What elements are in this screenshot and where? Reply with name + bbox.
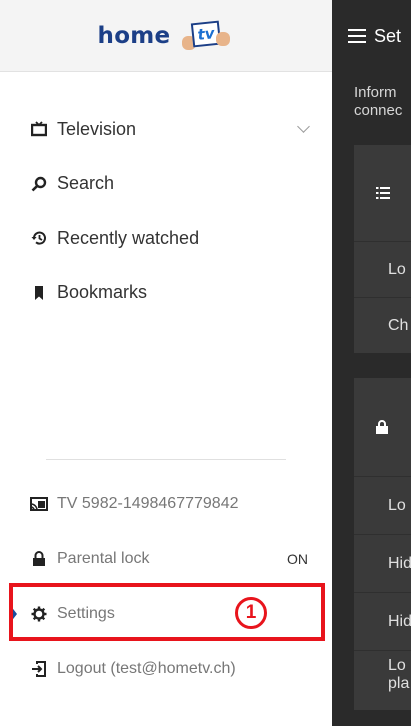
divider (46, 459, 286, 460)
settings-row[interactable]: Ch (354, 297, 411, 353)
tv-device-label: TV 5982-1498467779842 (57, 494, 239, 512)
logout-icon (30, 660, 48, 678)
info-line: Inform (354, 84, 397, 101)
logo-bar: home tv (0, 0, 332, 72)
card-header (354, 378, 411, 476)
info-line: connec (354, 102, 403, 119)
page-title: Set (374, 25, 402, 46)
nav-item-label: Bookmarks (57, 282, 148, 303)
parental-lock-label: Parental lock (57, 549, 150, 567)
lock-icon (30, 550, 48, 568)
nav-item-logout[interactable]: Logout (test@hometv.ch) (0, 641, 332, 696)
navigation-drawer: home tv Television Search Recently watch… (0, 0, 332, 726)
main-nav: Television Search Recently watched Bookm… (0, 102, 332, 320)
settings-row-line: pla (388, 675, 410, 692)
nav-item-label: Recently watched (57, 227, 200, 248)
cast-icon (30, 495, 48, 513)
list-icon (376, 187, 390, 199)
nav-item-label: Search (57, 173, 115, 194)
nav-item-parental-lock[interactable]: Parental lock ON (0, 531, 332, 586)
logout-label: Logout (test@hometv.ch) (57, 659, 236, 677)
logo-text: home (97, 22, 171, 49)
nav-item-search[interactable]: Search (0, 157, 332, 212)
settings-card-general: Lo Ch (354, 145, 411, 353)
logo-tv-text: tv (197, 23, 216, 44)
app-bar: Set (332, 0, 411, 72)
logo-tv-icon: tv (178, 16, 234, 56)
lock-icon (376, 420, 388, 434)
settings-main-panel: Set Inform connec Lo Ch Lo Hid Hid Lo pl… (332, 0, 411, 726)
menu-icon[interactable] (348, 29, 366, 43)
card-header (354, 145, 411, 241)
info-text: Inform connec (354, 84, 411, 120)
settings-highlight-box (9, 583, 325, 641)
settings-row-line: Lo (388, 657, 406, 674)
settings-card-parental: Lo Hid Hid Lo pla (354, 378, 411, 710)
tv-icon (30, 120, 48, 138)
bookmark-icon (30, 284, 48, 302)
settings-row[interactable]: Lo (354, 476, 411, 534)
parental-lock-status[interactable]: ON (287, 551, 308, 567)
nav-item-label: Television (57, 118, 137, 139)
nav-item-bookmarks[interactable]: Bookmarks (0, 266, 332, 321)
history-icon (30, 229, 48, 247)
settings-row[interactable]: Hid (354, 534, 411, 592)
settings-row[interactable]: Lo pla (354, 650, 411, 710)
settings-row[interactable]: Hid (354, 592, 411, 650)
nav-item-television[interactable]: Television (0, 102, 332, 157)
chevron-down-icon[interactable] (297, 119, 310, 133)
logo-hand-right (216, 31, 231, 46)
search-icon (30, 175, 48, 193)
nav-item-tv-device[interactable]: TV 5982-1498467779842 (0, 476, 332, 531)
step-number-badge: 1 (235, 597, 267, 629)
settings-row[interactable]: Lo (354, 241, 411, 297)
nav-item-recently-watched[interactable]: Recently watched (0, 211, 332, 266)
